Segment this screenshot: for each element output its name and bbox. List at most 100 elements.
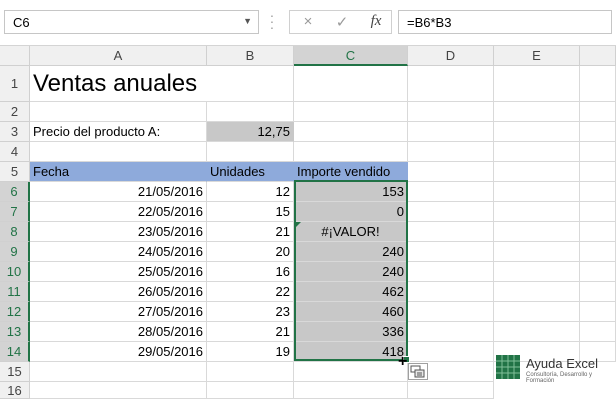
cell-unidades[interactable]: 21	[207, 322, 294, 342]
cell-fecha[interactable]: 28/05/2016	[30, 322, 207, 342]
cell-f5[interactable]	[580, 162, 616, 182]
cell-c4[interactable]	[294, 142, 408, 162]
cell-e13[interactable]	[494, 322, 580, 342]
header-unidades[interactable]: Unidades	[207, 162, 294, 182]
row-header-13[interactable]: 13	[0, 322, 30, 342]
cell-c2[interactable]	[294, 102, 408, 122]
cell-e10[interactable]	[494, 262, 580, 282]
column-header-f[interactable]	[580, 46, 616, 66]
column-header-a[interactable]: A	[30, 46, 207, 66]
cell-fecha[interactable]: 29/05/2016	[30, 342, 207, 362]
row-header-5[interactable]: 5	[0, 162, 30, 182]
cell-b2[interactable]	[207, 102, 294, 122]
cell-fecha[interactable]: 23/05/2016	[30, 222, 207, 242]
cell-e2[interactable]	[494, 102, 580, 122]
cell-f9[interactable]	[580, 242, 616, 262]
enter-icon[interactable]: ✓	[328, 13, 356, 31]
cell-fecha[interactable]: 22/05/2016	[30, 202, 207, 222]
row-header-14[interactable]: 14	[0, 342, 30, 362]
cell-f11[interactable]	[580, 282, 616, 302]
cell-d5[interactable]	[408, 162, 494, 182]
cell-f6[interactable]	[580, 182, 616, 202]
cell-e3[interactable]	[494, 122, 580, 142]
error-indicator-icon[interactable]	[296, 222, 301, 227]
cell-a2[interactable]	[30, 102, 207, 122]
cell-fecha[interactable]: 27/05/2016	[30, 302, 207, 322]
cell-unidades[interactable]: 21	[207, 222, 294, 242]
select-all-corner[interactable]	[0, 46, 30, 66]
row-header-8[interactable]: 8	[0, 222, 30, 242]
cell-a15[interactable]	[30, 362, 207, 382]
row-header-11[interactable]: 11	[0, 282, 30, 302]
cell-b15[interactable]	[207, 362, 294, 382]
cell-f8[interactable]	[580, 222, 616, 242]
row-header-10[interactable]: 10	[0, 262, 30, 282]
cell-e8[interactable]	[494, 222, 580, 242]
cell-a4[interactable]	[30, 142, 207, 162]
cell-d14[interactable]	[408, 342, 494, 362]
cell-f12[interactable]	[580, 302, 616, 322]
header-importe[interactable]: Importe vendido	[294, 162, 408, 182]
cell-e7[interactable]	[494, 202, 580, 222]
column-header-c[interactable]: C	[294, 46, 408, 66]
row-header-6[interactable]: 6	[0, 182, 30, 202]
cell-d8[interactable]	[408, 222, 494, 242]
formula-input[interactable]: =B6*B3	[398, 10, 612, 34]
row-header-16[interactable]: 16	[0, 382, 30, 399]
column-header-e[interactable]: E	[494, 46, 580, 66]
cell-b4[interactable]	[207, 142, 294, 162]
row-header-9[interactable]: 9	[0, 242, 30, 262]
cell-e5[interactable]	[494, 162, 580, 182]
cell-f4[interactable]	[580, 142, 616, 162]
row-header-1[interactable]: 1	[0, 66, 30, 102]
cell-a16[interactable]	[30, 382, 207, 399]
cell-b1[interactable]	[207, 66, 294, 102]
cell-d7[interactable]	[408, 202, 494, 222]
cell-a1-title[interactable]: Ventas anuales	[30, 66, 207, 102]
header-fecha[interactable]: Fecha	[30, 162, 207, 182]
cell-unidades[interactable]: 22	[207, 282, 294, 302]
cell-d2[interactable]	[408, 102, 494, 122]
row-header-12[interactable]: 12	[0, 302, 30, 322]
cell-b3-price-value[interactable]: 12,75	[207, 122, 294, 142]
cell-unidades[interactable]: 16	[207, 262, 294, 282]
cell-fecha[interactable]: 24/05/2016	[30, 242, 207, 262]
cell-d4[interactable]	[408, 142, 494, 162]
autofill-options-icon[interactable]	[408, 363, 428, 380]
cell-e9[interactable]	[494, 242, 580, 262]
row-header-3[interactable]: 3	[0, 122, 30, 142]
row-header-15[interactable]: 15	[0, 362, 30, 382]
cell-e4[interactable]	[494, 142, 580, 162]
cell-f2[interactable]	[580, 102, 616, 122]
cell-c16[interactable]	[294, 382, 408, 399]
cell-unidades[interactable]: 12	[207, 182, 294, 202]
cell-c3[interactable]	[294, 122, 408, 142]
cell-d11[interactable]	[408, 282, 494, 302]
column-header-b[interactable]: B	[207, 46, 294, 66]
cell-c15[interactable]	[294, 362, 408, 382]
cell-d13[interactable]	[408, 322, 494, 342]
cell-unidades[interactable]: 19	[207, 342, 294, 362]
cell-b16[interactable]	[207, 382, 294, 399]
cancel-icon[interactable]: ×	[294, 13, 322, 30]
cell-f7[interactable]	[580, 202, 616, 222]
cell-d10[interactable]	[408, 262, 494, 282]
cell-d3[interactable]	[408, 122, 494, 142]
drag-handle-icon[interactable]: · · ·	[268, 8, 276, 34]
row-header-7[interactable]: 7	[0, 202, 30, 222]
cell-c1[interactable]	[294, 66, 408, 102]
cell-d9[interactable]	[408, 242, 494, 262]
cell-f10[interactable]	[580, 262, 616, 282]
cell-fecha[interactable]: 21/05/2016	[30, 182, 207, 202]
cell-d1[interactable]	[408, 66, 494, 102]
cell-fecha[interactable]: 26/05/2016	[30, 282, 207, 302]
cell-f13[interactable]	[580, 322, 616, 342]
cell-d6[interactable]	[408, 182, 494, 202]
cell-unidades[interactable]: 20	[207, 242, 294, 262]
cell-a3-price-label[interactable]: Precio del producto A:	[30, 122, 207, 142]
insert-function-icon[interactable]: fx	[362, 13, 390, 30]
cell-e12[interactable]	[494, 302, 580, 322]
cell-fecha[interactable]: 25/05/2016	[30, 262, 207, 282]
cell-e1[interactable]	[494, 66, 580, 102]
cell-f1[interactable]	[580, 66, 616, 102]
